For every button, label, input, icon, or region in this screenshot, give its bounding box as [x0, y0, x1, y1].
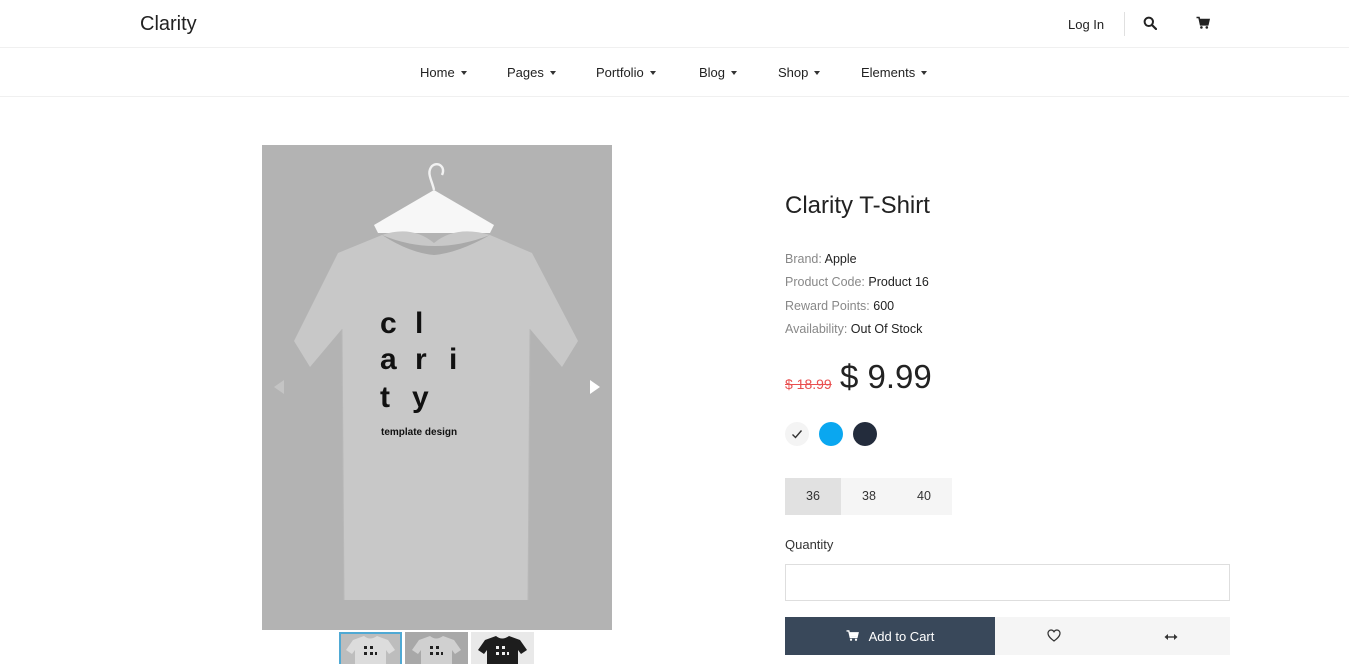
- caret-down-icon: [921, 70, 928, 75]
- nav-item-home[interactable]: Home: [420, 65, 467, 80]
- size-option-40[interactable]: 40: [896, 478, 952, 515]
- color-swatch-white[interactable]: [785, 422, 809, 446]
- site-logo[interactable]: Clarity: [140, 13, 197, 36]
- availability-label: Availability:: [785, 322, 848, 336]
- size-selector: 36 38 40: [785, 478, 952, 515]
- shirt-print-tagline: template design: [381, 427, 457, 438]
- product-title: Clarity T-Shirt: [785, 192, 930, 219]
- login-link[interactable]: Log In: [1068, 17, 1104, 32]
- nav-item-portfolio[interactable]: Portfolio: [596, 65, 656, 80]
- nav-item-elements[interactable]: Elements: [861, 65, 928, 80]
- check-icon: [792, 430, 803, 439]
- add-to-cart-label: Add to Cart: [868, 628, 935, 644]
- product-code-row: Product Code: Product 16: [785, 275, 929, 289]
- thumbnail-3[interactable]: [471, 632, 534, 664]
- compare-arrows-icon[interactable]: [1164, 630, 1178, 642]
- nav-item-label: Pages: [507, 65, 544, 80]
- caret-down-icon: [731, 70, 738, 75]
- thumbnail-1[interactable]: [339, 632, 402, 664]
- nav-item-label: Portfolio: [596, 65, 644, 80]
- shirt-print-letter: c: [380, 307, 397, 340]
- thumbnail-2[interactable]: [405, 632, 468, 664]
- size-option-38[interactable]: 38: [841, 478, 897, 515]
- nav-item-label: Home: [420, 65, 455, 80]
- product-code-value: Product 16: [868, 275, 929, 289]
- old-price: $ 18.99: [785, 376, 832, 392]
- nav-item-shop[interactable]: Shop: [778, 65, 821, 80]
- nav-item-label: Elements: [861, 65, 916, 80]
- nav-item-pages[interactable]: Pages: [507, 65, 556, 80]
- add-to-cart-button[interactable]: Add to Cart: [785, 617, 995, 655]
- caret-down-icon: [460, 70, 467, 75]
- top-bar: Clarity Log In: [0, 0, 1349, 48]
- shirt-print-letter: a: [380, 343, 397, 376]
- main-nav: Home Pages Portfolio Blog Shop Elements: [0, 48, 1349, 97]
- reward-points-value: 600: [873, 299, 895, 313]
- prev-image-arrow-icon[interactable]: [272, 379, 286, 395]
- color-swatch-blue[interactable]: [819, 422, 843, 446]
- brand-value[interactable]: Apple: [825, 252, 857, 266]
- color-swatch-navy[interactable]: [853, 422, 877, 446]
- current-price: $ 9.99: [840, 358, 932, 395]
- size-option-36[interactable]: 36: [785, 478, 841, 515]
- nav-item-label: Blog: [699, 65, 726, 80]
- brand-label: Brand:: [785, 252, 822, 266]
- product-action-bar: Add to Cart: [785, 617, 1230, 655]
- next-image-arrow-icon[interactable]: [588, 379, 602, 395]
- reward-points-row: Reward Points: 600: [785, 299, 894, 313]
- quantity-label: Quantity: [785, 537, 834, 552]
- caret-down-icon: [549, 70, 556, 75]
- cart-icon: [846, 630, 859, 641]
- caret-down-icon: [814, 70, 821, 75]
- quantity-input[interactable]: [785, 564, 1230, 601]
- search-icon[interactable]: [1143, 16, 1159, 32]
- nav-item-blog[interactable]: Blog: [699, 65, 738, 80]
- nav-item-label: Shop: [778, 65, 809, 80]
- shirt-print-letter: i: [449, 343, 457, 376]
- shirt-print-letter: r: [415, 343, 427, 376]
- brand-row: Brand: Apple: [785, 252, 857, 266]
- availability-value: Out Of Stock: [850, 322, 923, 336]
- reward-points-label: Reward Points:: [785, 299, 870, 313]
- cart-icon[interactable]: [1196, 16, 1212, 32]
- product-main-image[interactable]: c l a r i t y template design: [262, 145, 612, 630]
- availability-row: Availability: Out Of Stock: [785, 322, 922, 336]
- heart-icon[interactable]: [1047, 629, 1061, 643]
- shirt-print-letter: y: [412, 381, 429, 414]
- header-divider: [1124, 12, 1125, 36]
- shirt-print-letter: t: [380, 381, 390, 414]
- caret-down-icon: [649, 70, 656, 75]
- shirt-print-letter: l: [415, 307, 423, 340]
- product-code-label: Product Code:: [785, 275, 865, 289]
